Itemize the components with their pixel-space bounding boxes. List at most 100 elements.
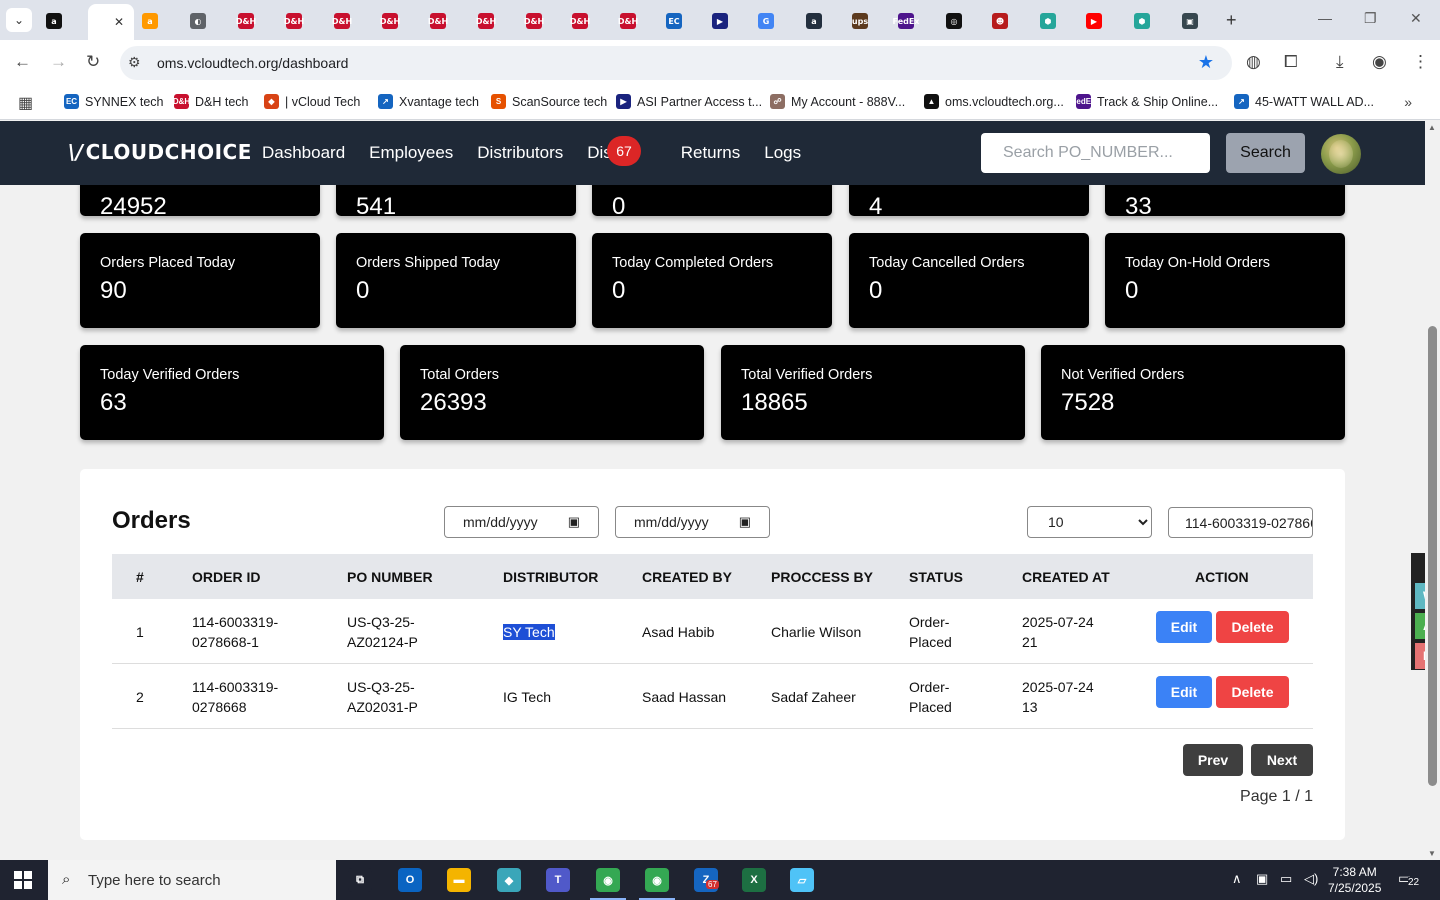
browser-tab[interactable]: ▶: [706, 8, 750, 34]
extensions-icon[interactable]: ⧠: [1284, 52, 1298, 72]
excel-icon[interactable]: X: [742, 868, 766, 892]
side-widget-tab[interactable]: We: [1415, 583, 1425, 609]
bookmark-item[interactable]: ▲ oms.vcloudtech.org...: [924, 94, 1064, 109]
nav-employees[interactable]: Employees: [369, 143, 453, 163]
file-explorer-icon[interactable]: ▬: [447, 868, 471, 892]
teams-icon[interactable]: T: [546, 868, 570, 892]
bookmark-star-icon[interactable]: ★: [1198, 52, 1214, 73]
edit-button[interactable]: Edit: [1156, 676, 1212, 708]
side-widget-tab[interactable]: In: [1415, 643, 1425, 669]
browser-tab[interactable]: ups: [846, 8, 890, 34]
browser-tab[interactable]: a: [800, 8, 844, 34]
browser-tab[interactable]: ⬢: [1034, 8, 1078, 34]
prev-page-button[interactable]: Prev: [1183, 744, 1243, 776]
browser-tab[interactable]: ◐: [184, 8, 228, 34]
nav-distributors[interactable]: Distributors: [477, 143, 563, 163]
minimize-icon[interactable]: —: [1318, 10, 1332, 26]
close-window-icon[interactable]: ✕: [1410, 10, 1422, 27]
browser-tab[interactable]: D&H: [566, 8, 610, 34]
browser-tab[interactable]: D&H: [232, 8, 276, 34]
forward-arrow-icon[interactable]: →: [50, 52, 67, 72]
search-button[interactable]: Search: [1226, 133, 1305, 173]
scrollbar-thumb[interactable]: [1428, 326, 1437, 786]
bookmark-item[interactable]: ↗ 45-WATT WALL AD...: [1234, 94, 1374, 109]
bookmark-item[interactable]: ◆ | vCloud Tech: [264, 94, 360, 109]
tab-search-chevron-icon[interactable]: ⌄: [6, 8, 32, 32]
browser-tab[interactable]: D&H: [520, 8, 564, 34]
tray-chevron-icon[interactable]: ∧: [1232, 871, 1242, 887]
profile-icon[interactable]: ◉: [1372, 52, 1387, 72]
menu-kebab-icon[interactable]: ⋮: [1412, 52, 1429, 72]
network-icon[interactable]: ▭: [1280, 871, 1292, 887]
tray-app-icon[interactable]: ▣: [1256, 871, 1268, 887]
calendar-icon[interactable]: ▣: [568, 514, 580, 530]
page-scrollbar[interactable]: ▲ ▼: [1425, 121, 1440, 860]
taskbar-search[interactable]: ⌕ Type here to search: [48, 860, 336, 900]
windows-start-icon[interactable]: [14, 871, 32, 889]
order-filter-input[interactable]: [1168, 507, 1313, 538]
date-from-input[interactable]: mm/dd/yyyy ▣: [444, 506, 599, 538]
edit-button[interactable]: Edit: [1156, 611, 1212, 643]
bookmark-item[interactable]: D&H D&H tech: [173, 94, 249, 109]
browser-tab[interactable]: ▶: [1080, 8, 1124, 34]
delete-button[interactable]: Delete: [1216, 611, 1289, 643]
browser-tab[interactable]: D&H: [614, 8, 658, 34]
app-icon[interactable]: ◆: [497, 868, 521, 892]
nav-logs[interactable]: Logs: [764, 143, 801, 163]
page-size-select[interactable]: 10: [1027, 506, 1152, 538]
browser-tab[interactable]: G: [752, 8, 796, 34]
browser-tab[interactable]: ▣: [1176, 8, 1220, 34]
browser-tab[interactable]: D&H: [328, 8, 372, 34]
more-bookmarks-icon[interactable]: »: [1404, 94, 1412, 110]
download-icon[interactable]: ⤓: [1336, 52, 1344, 72]
side-widget-tab[interactable]: Ac: [1415, 613, 1425, 639]
browser-tab[interactable]: ⬢: [1128, 8, 1172, 34]
distributor-cell-text[interactable]: SY Tech: [503, 624, 555, 640]
taskbar-clock[interactable]: 7:38 AM 7/25/2025: [1328, 864, 1381, 896]
browser-tab[interactable]: D&H: [472, 8, 516, 34]
browser-tab[interactable]: a: [40, 8, 84, 34]
notes-icon[interactable]: ▱: [790, 868, 814, 892]
next-page-button[interactable]: Next: [1251, 744, 1313, 776]
back-arrow-icon[interactable]: ←: [14, 52, 31, 72]
bookmark-item[interactable]: S ScanSource tech: [491, 94, 607, 109]
bookmark-item[interactable]: ▶ ASI Partner Access t...: [616, 94, 762, 109]
translate-icon[interactable]: ◍: [1246, 52, 1261, 72]
user-avatar[interactable]: [1321, 134, 1361, 174]
browser-tab[interactable]: FedEx: [892, 8, 936, 34]
date-to-input[interactable]: mm/dd/yyyy ▣: [615, 506, 770, 538]
bookmark-item[interactable]: ☍ My Account - 888V...: [770, 94, 905, 109]
outlook-icon[interactable]: O: [398, 868, 422, 892]
scroll-down-icon[interactable]: ▼: [1428, 849, 1436, 858]
reload-icon[interactable]: ↻: [86, 52, 100, 72]
po-number-search-input[interactable]: [981, 133, 1210, 173]
url-text[interactable]: oms.vcloudtech.org/dashboard: [157, 55, 348, 71]
volume-icon[interactable]: ◁): [1304, 871, 1318, 887]
browser-tab[interactable]: D&H: [280, 8, 324, 34]
delete-button[interactable]: Delete: [1216, 676, 1289, 708]
calendar-icon[interactable]: ▣: [739, 514, 751, 530]
browser-tab[interactable]: ☻: [986, 8, 1030, 34]
restore-icon[interactable]: ❐: [1364, 10, 1377, 27]
new-tab-plus-icon[interactable]: +: [1226, 10, 1237, 31]
apps-grid-icon[interactable]: ▦: [18, 93, 33, 113]
scroll-up-icon[interactable]: ▲: [1428, 123, 1436, 132]
bookmark-item[interactable]: EC SYNNEX tech: [64, 94, 164, 109]
bookmark-item[interactable]: FedEx Track & Ship Online...: [1072, 94, 1218, 109]
bookmark-item[interactable]: ↗ Xvantage tech: [378, 94, 479, 109]
cloudchoice-logo[interactable]: \/ CLOUDCHOICE: [68, 140, 252, 164]
site-info-icon[interactable]: ⚙: [128, 54, 141, 71]
task-view-icon[interactable]: ⧉: [348, 868, 372, 892]
chrome-icon[interactable]: ◉: [639, 868, 675, 900]
browser-tab[interactable]: a: [136, 8, 180, 34]
tab-close-icon[interactable]: ✕: [114, 15, 124, 29]
nav-dashboard[interactable]: Dashboard: [262, 143, 345, 163]
chrome-icon[interactable]: ◉: [590, 868, 626, 900]
browser-tab[interactable]: D&H: [424, 8, 468, 34]
browser-tab[interactable]: ◎: [940, 8, 984, 34]
address-bar[interactable]: ⚙ oms.vcloudtech.org/dashboard ★: [120, 46, 1232, 80]
browser-tab[interactable]: EC: [660, 8, 704, 34]
browser-tab[interactable]: ✕: [88, 4, 134, 40]
nav-returns[interactable]: Returns: [681, 143, 741, 163]
browser-tab[interactable]: D&H: [376, 8, 420, 34]
